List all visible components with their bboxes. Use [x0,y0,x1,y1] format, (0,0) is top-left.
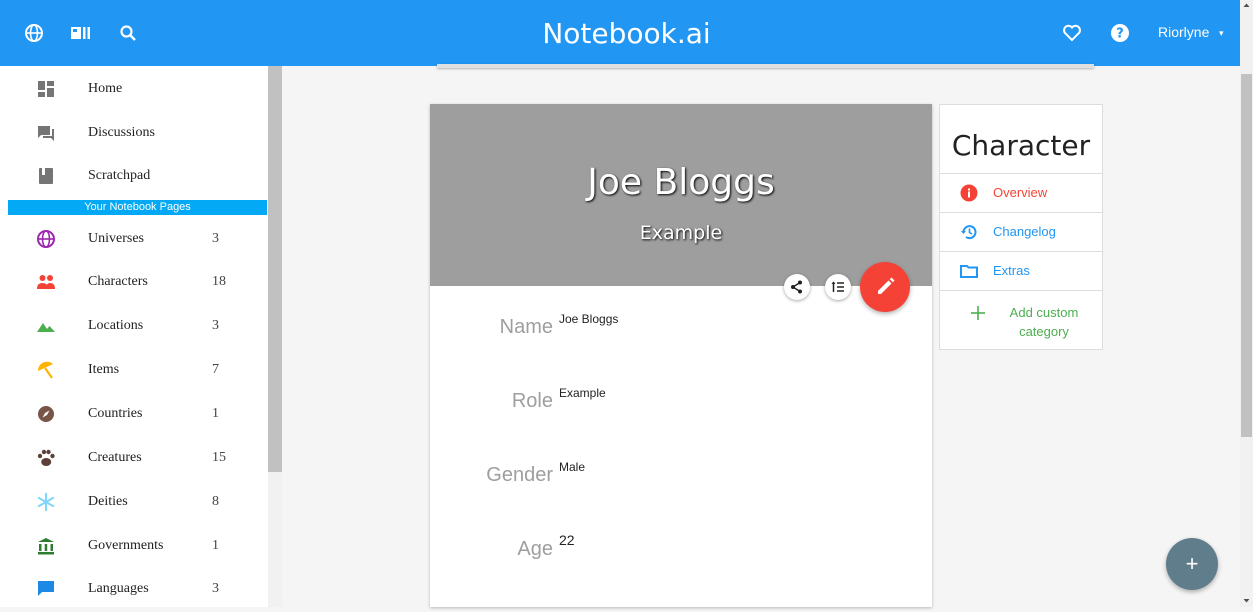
category-label: Overview [993,185,1048,200]
sidebar-item-countries[interactable]: Countries 1 [0,393,268,433]
sidebar-item-universes[interactable]: Universes 3 [0,218,268,258]
character-card: Joe Bloggs Example Name Joe Bloggs Role … [430,104,932,607]
category-overview[interactable]: Overview [940,173,1102,213]
sidebar-item-label: Countries [88,406,143,421]
item-count: 3 [212,581,219,596]
page-scrollbar-thumb[interactable] [1241,74,1252,437]
category-panel: Character Overview Changelog Extras Add … [939,104,1103,350]
edit-button[interactable] [860,262,910,312]
sidebar-item-label: Deities [88,494,128,509]
globe-icon [36,229,56,249]
item-count: 3 [212,231,219,246]
help-icon[interactable]: ? [1110,23,1130,43]
svg-text:?: ? [1116,27,1124,42]
field-label: Age [517,538,553,560]
folder-icon [960,262,978,280]
sidebar-item-label: Home [88,81,123,96]
book-icon [36,166,56,186]
terrain-icon [36,316,56,336]
reorder-button[interactable] [825,274,851,300]
item-count: 1 [212,538,219,553]
history-icon [960,223,978,241]
field-role: Role Example [430,386,932,440]
sidebar-item-label: Universes [88,231,144,246]
category-title: Character [951,129,1091,162]
group-icon [36,272,56,292]
field-value: Joe Bloggs [559,312,619,326]
card-header: Joe Bloggs Example [430,104,932,286]
field-name: Name Joe Bloggs [430,312,932,366]
plus-icon [970,305,988,323]
sidebar-item-creatures[interactable]: Creatures 15 [0,437,268,477]
top-divider [437,64,1094,68]
sidebar-item-languages[interactable]: Languages 3 [0,568,268,607]
category-label: Add custom category [1009,305,1079,339]
category-add-custom[interactable]: Add custom category [940,290,1102,349]
section-header: Your Notebook Pages [8,200,267,215]
category-changelog[interactable]: Changelog [940,212,1102,252]
field-label: Gender [486,464,553,486]
chevron-down-icon[interactable]: ▾ [1219,28,1224,39]
category-label: Extras [993,263,1030,278]
item-count: 7 [212,362,219,377]
sidebar-item-locations[interactable]: Locations 3 [0,305,268,345]
sidebar-item-label: Governments [88,538,164,553]
top-bar: Notebook.ai ? Riorlyne ▾ [0,0,1253,66]
sidebar: Home Discussions Scratchpad Your Noteboo… [0,66,268,607]
item-count: 18 [212,274,226,289]
category-extras[interactable]: Extras [940,251,1102,291]
sidebar-item-label: Scratchpad [88,168,151,183]
sidebar-item-discussions[interactable]: Discussions [0,112,268,152]
category-label: Changelog [993,224,1056,239]
sidebar-item-deities[interactable]: Deities 8 [0,481,268,521]
sidebar-item-label: Discussions [88,125,155,140]
pencil-icon [878,277,895,294]
item-count: 8 [212,494,219,509]
field-label: Role [511,390,553,412]
sidebar-item-label: Creatures [88,450,142,465]
field-value: Example [559,386,606,400]
dashboard-icon [36,79,56,99]
chat-icon [36,579,56,599]
character-subtitle: Example [639,222,723,244]
character-name: Joe Bloggs [587,162,775,203]
forum-icon [36,123,56,143]
sidebar-scrollbar-thumb[interactable] [268,66,282,472]
sidebar-item-governments[interactable]: Governments 1 [0,525,268,565]
paw-icon [36,448,56,468]
field-age: Age 22 [430,532,932,588]
item-count: 1 [212,406,219,421]
sort-icon [831,281,844,292]
add-button[interactable]: + [1166,538,1218,590]
field-value: Male [559,460,586,474]
heart-icon[interactable] [1062,23,1082,43]
sidebar-item-scratchpad[interactable]: Scratchpad [0,155,268,195]
share-icon [791,280,802,294]
sidebar-item-home[interactable]: Home [0,68,268,108]
user-menu[interactable]: Riorlyne [1158,24,1209,40]
umbrella-icon [36,360,56,380]
info-icon [960,184,978,202]
bank-icon [36,536,56,556]
sidebar-item-items[interactable]: Items 7 [0,349,268,389]
field-label: Name [499,316,553,338]
sidebar-item-label: Items [88,362,120,377]
sidebar-item-label: Characters [88,274,148,289]
field-gender: Gender Male [430,460,932,514]
item-count: 3 [212,318,219,333]
field-value: 22 [559,532,575,548]
sidebar-item-label: Languages [88,581,149,596]
share-button[interactable] [784,274,810,300]
item-count: 15 [212,450,226,465]
compass-icon [36,404,56,424]
sidebar-item-characters[interactable]: Characters 18 [0,261,268,301]
snowflake-icon [36,492,56,512]
sidebar-item-label: Locations [88,318,144,333]
